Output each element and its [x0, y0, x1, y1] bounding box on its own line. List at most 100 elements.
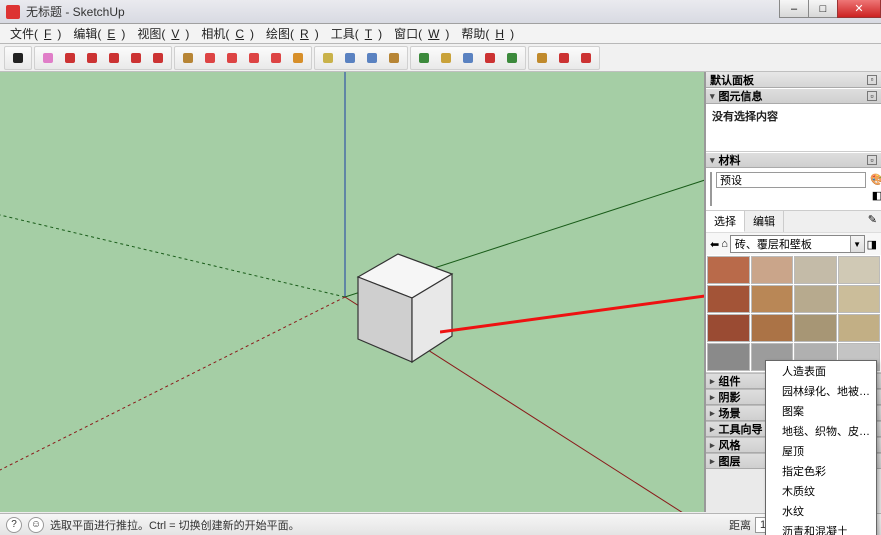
create-material-icon[interactable]: 🎨 — [870, 172, 881, 186]
dropdown-item[interactable]: 屋顶 — [766, 441, 876, 461]
app-icon — [6, 5, 20, 19]
menu-w[interactable]: 窗口(W) — [388, 23, 455, 44]
materials-tabs: 选择 编辑 ✎ — [706, 210, 881, 232]
zoom-icon[interactable] — [458, 48, 478, 68]
rectangle-icon[interactable] — [82, 48, 102, 68]
status-hint: 选取平面进行推拉。Ctrl = 切换创建新的开始平面。 — [50, 517, 300, 533]
material-swatch[interactable] — [838, 285, 881, 313]
material-swatch[interactable] — [794, 285, 837, 313]
panel-title-entity-info: 图元信息 — [719, 88, 763, 104]
orbit-icon[interactable] — [414, 48, 434, 68]
materials-grid — [706, 255, 881, 372]
maximize-button[interactable]: □ — [808, 0, 838, 18]
title-bar: 无标题 - SketchUp – □ ✕ — [0, 0, 881, 24]
tray-title-bar[interactable]: 默认面板 ▫ — [706, 72, 881, 88]
3d-warehouse-icon[interactable] — [532, 48, 552, 68]
menu-f[interactable]: 文件(F) — [4, 23, 67, 44]
select-arrow-icon[interactable] — [8, 48, 28, 68]
extension-warehouse-icon[interactable] — [554, 48, 574, 68]
material-swatch[interactable] — [751, 314, 794, 342]
menu-c[interactable]: 相机(C) — [195, 23, 260, 44]
menu-bar: 文件(F)编辑(E)视图(V)相机(C)绘图(R)工具(T)窗口(W)帮助(H) — [0, 24, 881, 44]
panel-title: 阴影 — [719, 389, 741, 405]
entity-info-body: 没有选择内容 — [706, 104, 881, 152]
material-swatch[interactable] — [707, 343, 750, 371]
arc-icon[interactable] — [104, 48, 124, 68]
minimize-button[interactable]: – — [779, 0, 809, 18]
paint-bucket-icon[interactable] — [384, 48, 404, 68]
panel-head-materials[interactable]: ▾ 材料 ▫ — [706, 152, 881, 168]
menu-t[interactable]: 工具(T) — [325, 23, 388, 44]
tab-select[interactable]: 选择 — [706, 211, 745, 232]
material-category-dropdown[interactable]: 人造表面园林绿化、地被层和植被图案地毯、织物、皮革、纺织品和墙纸屋顶指定色彩木质… — [765, 360, 877, 535]
menu-e[interactable]: 编辑(E) — [67, 23, 131, 44]
current-material-swatch[interactable] — [710, 172, 712, 206]
dropdown-item[interactable]: 地毯、织物、皮革、纺织品和墙纸 — [766, 421, 876, 441]
move-icon[interactable] — [200, 48, 220, 68]
protractor-icon[interactable] — [362, 48, 382, 68]
dropdown-item[interactable]: 园林绿化、地被层和植被 — [766, 381, 876, 401]
expand-icon: ▸ — [710, 424, 715, 435]
dropdown-item[interactable]: 人造表面 — [766, 361, 876, 381]
eyedropper-icon[interactable]: ✎ — [864, 211, 881, 232]
home-icon[interactable]: ⌂ — [721, 238, 728, 250]
material-swatch[interactable] — [707, 285, 750, 313]
pencil-icon[interactable] — [60, 48, 80, 68]
material-swatch[interactable] — [794, 256, 837, 284]
circle-icon[interactable] — [126, 48, 146, 68]
panel-pin-icon[interactable]: ▫ — [867, 155, 877, 165]
expand-icon: ▸ — [710, 392, 715, 403]
material-swatch[interactable] — [838, 314, 881, 342]
tape-measure-icon[interactable] — [318, 48, 338, 68]
default-material-icon[interactable]: ◧ — [870, 188, 881, 202]
eraser-icon[interactable] — [38, 48, 58, 68]
panel-title: 场景 — [719, 405, 741, 421]
text-icon[interactable] — [340, 48, 360, 68]
expand-icon: ▾ — [710, 155, 715, 166]
material-swatch[interactable] — [751, 256, 794, 284]
follow-me-icon[interactable] — [266, 48, 286, 68]
panel-title-materials: 材料 — [719, 152, 741, 168]
dropdown-item[interactable]: 木质纹 — [766, 481, 876, 501]
toolbar — [0, 44, 881, 72]
zoom-window-icon[interactable] — [502, 48, 522, 68]
back-icon[interactable]: ⬅ — [710, 238, 719, 251]
material-swatch[interactable] — [751, 285, 794, 313]
material-category-combo[interactable]: 砖、覆层和壁板 ▼ — [730, 235, 865, 253]
pan-icon[interactable] — [436, 48, 456, 68]
zoom-extents-icon[interactable] — [480, 48, 500, 68]
material-swatch[interactable] — [794, 314, 837, 342]
scale-icon[interactable] — [244, 48, 264, 68]
panel-pin-icon[interactable]: ▫ — [867, 91, 877, 101]
toolbar-group — [4, 46, 32, 70]
details-icon[interactable]: ◨ — [867, 238, 877, 251]
chevron-down-icon[interactable]: ▼ — [850, 236, 864, 252]
material-swatch[interactable] — [707, 256, 750, 284]
material-swatch[interactable] — [838, 256, 881, 284]
menu-v[interactable]: 视图(V) — [131, 23, 195, 44]
panel-title: 工具向导 — [719, 421, 763, 437]
tray-pin-icon[interactable]: ▫ — [867, 75, 877, 85]
dropdown-item[interactable]: 沥青和混凝土 — [766, 521, 876, 535]
help-icon[interactable]: ? — [6, 517, 22, 533]
offset-icon[interactable] — [148, 48, 168, 68]
user-icon[interactable]: ☺ — [28, 517, 44, 533]
viewport-3d[interactable] — [0, 72, 705, 512]
panel-head-entity-info[interactable]: ▾ 图元信息 ▫ — [706, 88, 881, 104]
pushpull-icon[interactable] — [178, 48, 198, 68]
section-plane-icon[interactable] — [288, 48, 308, 68]
dropdown-item[interactable]: 图案 — [766, 401, 876, 421]
close-button[interactable]: ✕ — [837, 0, 881, 18]
menu-h[interactable]: 帮助(H) — [455, 23, 520, 44]
extension-manager-icon[interactable] — [576, 48, 596, 68]
rotate-icon[interactable] — [222, 48, 242, 68]
menu-r[interactable]: 绘图(R) — [260, 23, 325, 44]
dropdown-item[interactable]: 水纹 — [766, 501, 876, 521]
main-area: 默认面板 ▫ ▾ 图元信息 ▫ 没有选择内容 ▾ 材料 ▫ 🎨 ◧ — [0, 72, 881, 512]
status-bar: ? ☺ 选取平面进行推拉。Ctrl = 切换创建新的开始平面。 距离 1.33m — [0, 513, 881, 535]
material-name-input[interactable] — [716, 172, 866, 188]
dropdown-item[interactable]: 指定色彩 — [766, 461, 876, 481]
measurement-label: 距离 — [729, 517, 751, 533]
material-swatch[interactable] — [707, 314, 750, 342]
tab-edit[interactable]: 编辑 — [745, 211, 784, 232]
